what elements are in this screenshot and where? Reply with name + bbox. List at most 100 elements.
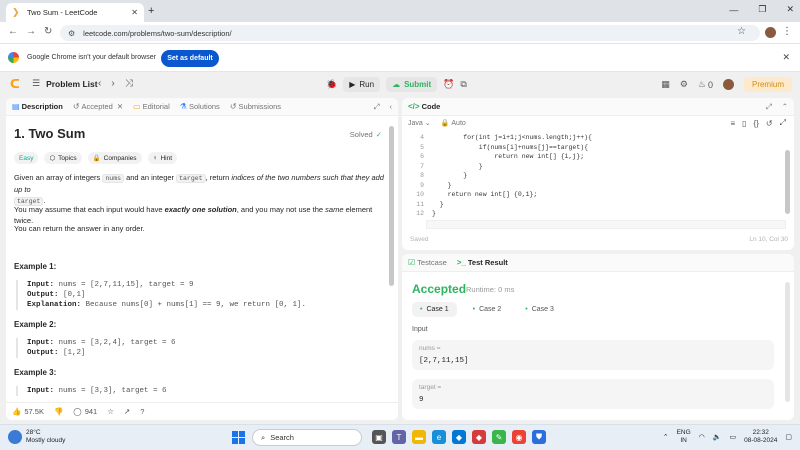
collapse-icon[interactable]: ‹ — [390, 102, 393, 111]
share-link-icon[interactable]: ↗ — [124, 407, 130, 416]
premium-button[interactable]: Premium — [743, 77, 792, 92]
streak-counter[interactable]: ♨ 0 — [698, 79, 713, 90]
cursor-position: Ln 10, Col 30 — [749, 236, 788, 243]
problem-tags: Easy ⬡ Topics 🔒 Companies ♀ Hint — [14, 152, 177, 164]
tab-submissions[interactable]: ↺ Submissions — [230, 102, 281, 111]
language-select[interactable]: Java ⌄ — [408, 119, 431, 128]
comments-button[interactable]: ◯ 941 — [73, 407, 97, 416]
store-icon[interactable]: ◆ — [452, 430, 466, 444]
leetcode-logo-icon[interactable]: ᑕ — [10, 77, 20, 91]
fullscreen-icon[interactable]: ⤢ — [780, 118, 786, 128]
collapse-code-icon[interactable]: ⌃ — [782, 102, 788, 111]
weather-widget[interactable]: 28°C Mostly cloudy — [8, 429, 65, 445]
url-text: leetcode.com/problems/two-sum/descriptio… — [83, 28, 232, 38]
notes-icon[interactable]: ⏰ — [443, 79, 454, 90]
volume-icon[interactable]: 🔈 — [713, 433, 722, 441]
current-line-highlight — [426, 220, 786, 229]
tab-accepted[interactable]: ↺ Accepted ✕ — [73, 102, 123, 111]
close-tab-icon[interactable]: ✕ — [131, 8, 138, 17]
problem-list-link[interactable]: ☰ Problem List — [32, 78, 98, 89]
topics-tag[interactable]: ⬡ Topics — [44, 152, 82, 164]
set-default-button[interactable]: Set as default — [161, 50, 219, 67]
tab-description[interactable]: ▤ Description — [12, 102, 63, 111]
format-icon[interactable]: ≡ — [730, 119, 735, 128]
case-1-tab[interactable]: • Case 1 — [412, 302, 457, 317]
tab-code[interactable]: </> Code — [408, 102, 440, 111]
security-shield-icon[interactable]: ⛊ — [532, 430, 546, 444]
help-icon[interactable]: ? — [140, 407, 144, 416]
bookmark-star-icon[interactable]: ☆ — [737, 26, 746, 37]
header-right-controls: ▦ ⚙ ♨ 0 Premium — [661, 77, 792, 92]
close-infobar-icon[interactable]: ✕ — [782, 52, 790, 63]
braces-icon[interactable]: {} — [754, 119, 759, 128]
difficulty-tag[interactable]: Easy — [14, 152, 39, 164]
taskbar-search[interactable]: ⌕ Search — [252, 429, 362, 446]
case-3-tab[interactable]: • Case 3 — [517, 302, 562, 317]
notifications-icon[interactable]: ▢ — [785, 433, 792, 441]
file-explorer-icon[interactable]: ▬ — [412, 430, 426, 444]
tab-solutions[interactable]: ⚗ Solutions — [180, 102, 220, 111]
submit-button[interactable]: ☁ Submit — [386, 77, 438, 92]
windows-start-icon[interactable] — [232, 431, 245, 444]
favorite-star-icon[interactable]: ☆ — [107, 407, 114, 416]
share-icon[interactable]: ⧉ — [460, 79, 466, 90]
site-info-icon[interactable]: ⚙ — [68, 29, 75, 38]
tray-chevron-icon[interactable]: ⌃ — [663, 433, 669, 441]
solved-label: Solved — [349, 130, 373, 139]
language-indicator[interactable]: ENG IN — [677, 429, 691, 445]
wifi-icon[interactable]: ◠ — [699, 433, 705, 441]
editor-scrollbar[interactable] — [785, 150, 790, 214]
teams-icon[interactable]: T — [392, 430, 406, 444]
minimize-icon[interactable]: — — [729, 5, 738, 15]
next-problem-icon[interactable]: › — [111, 78, 114, 89]
code-line: } — [432, 162, 483, 170]
reset-icon[interactable]: ↺ — [766, 119, 773, 128]
saved-status: Saved — [410, 236, 429, 243]
layout-icon[interactable]: ▦ — [661, 79, 670, 90]
prev-problem-icon[interactable]: ‹ — [98, 78, 101, 89]
problem-title-text: 1. Two Sum — [14, 126, 86, 141]
bookmark-icon[interactable]: ▯ — [742, 119, 746, 128]
profile-avatar[interactable] — [765, 27, 776, 38]
test-scrollbar[interactable] — [785, 282, 790, 402]
back-icon[interactable]: ← — [8, 26, 18, 37]
code-actions: ≡ ▯ {} ↺ ⤢ — [730, 118, 786, 128]
app-icon-green[interactable]: ✎ — [492, 430, 506, 444]
browser-tab[interactable]: ❯ Two Sum - LeetCode ✕ — [6, 3, 144, 22]
dislike-icon[interactable]: 👎 — [54, 407, 63, 416]
description-scrollbar[interactable] — [389, 126, 394, 286]
check-circle-icon: ✓ — [375, 130, 382, 139]
search-icon: ⌕ — [261, 432, 266, 442]
tab-test-result[interactable]: >_ Test Result — [457, 258, 508, 267]
tab-testcase[interactable]: ☑ Testcase — [408, 258, 447, 267]
tab-editorial[interactable]: ▭ Editorial — [133, 102, 170, 111]
forward-icon[interactable]: → — [26, 26, 36, 37]
like-button[interactable]: 👍 57.5K — [12, 407, 44, 416]
description-tabs: ▤ Description ↺ Accepted ✕ ▭ Editorial ⚗ Solu… — [6, 98, 398, 116]
run-submit-controls: 🐞 ▶ Run ☁ Submit ⏰ ⧉ — [326, 77, 467, 92]
expand-code-icon[interactable]: ⤢ — [766, 102, 772, 112]
shuffle-icon[interactable]: ⤨ — [125, 78, 133, 89]
companies-tag[interactable]: 🔒 Companies — [87, 152, 142, 164]
close-window-icon[interactable]: ✕ — [786, 4, 794, 15]
expand-icon[interactable]: ⤢ — [374, 102, 380, 112]
address-bar[interactable]: ⚙ leetcode.com/problems/two-sum/descript… — [60, 25, 760, 41]
app-icon-red[interactable]: ◆ — [472, 430, 486, 444]
code-editor[interactable]: 4 for(int j=i+1;j<nums.length;j++){5 if(… — [402, 132, 794, 230]
settings-gear-icon[interactable]: ⚙ — [680, 79, 688, 90]
task-view-icon[interactable]: ▣ — [372, 430, 386, 444]
case-2-tab[interactable]: • Case 2 — [465, 302, 510, 317]
user-avatar[interactable] — [722, 79, 734, 90]
hint-tag[interactable]: ♀ Hint — [147, 152, 177, 164]
clock[interactable]: 22:32 08-08-2024 — [744, 429, 777, 445]
restore-icon[interactable]: ❐ — [758, 4, 766, 15]
mode-select[interactable]: 🔒 Auto — [441, 119, 466, 128]
new-tab-icon[interactable]: + — [148, 5, 154, 17]
reload-icon[interactable]: ↻ — [44, 26, 52, 37]
edge-icon[interactable]: e — [432, 430, 446, 444]
chrome-taskbar-icon[interactable]: ◉ — [512, 430, 526, 444]
battery-icon[interactable]: ▭ — [730, 433, 737, 441]
browser-menu-icon[interactable]: ⋮ — [782, 26, 792, 37]
debug-icon[interactable]: 🐞 — [326, 79, 337, 90]
run-button[interactable]: ▶ Run — [343, 77, 381, 92]
